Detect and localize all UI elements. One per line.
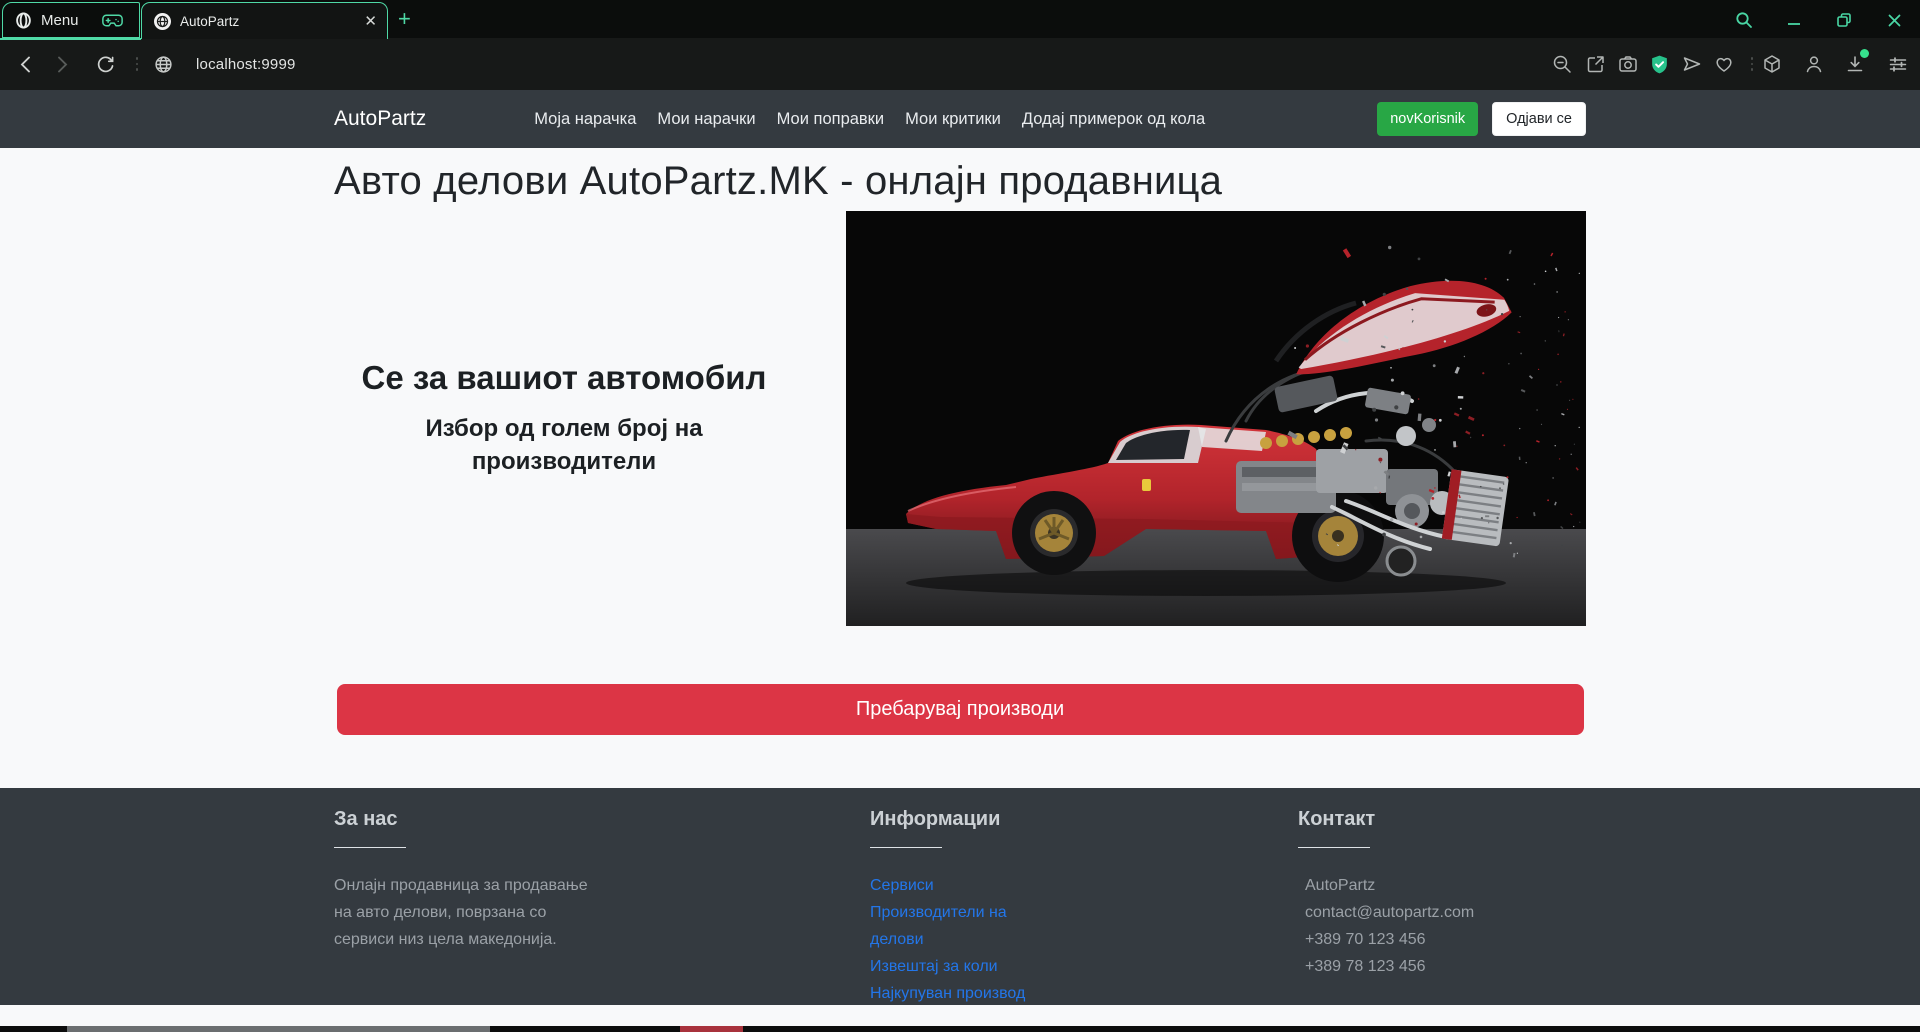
site-globe-icon[interactable] <box>150 51 176 77</box>
browser-tab-autopartz[interactable]: AutoPartz ✕ <box>141 2 388 39</box>
snapshot-camera-icon[interactable] <box>1616 52 1640 76</box>
profile-person-icon[interactable] <box>1802 52 1826 76</box>
footer-contact-phone2: +389 78 123 456 <box>1298 953 1578 980</box>
active-tab-underline <box>0 38 141 40</box>
browser-tab-bar: Menu AutoPartz ✕ + <box>0 0 1920 38</box>
opera-logo-icon <box>15 12 32 29</box>
download-badge-dot <box>1860 49 1869 58</box>
front-wheel <box>1012 491 1096 575</box>
menu-label: Menu <box>41 12 79 29</box>
footer-divider <box>1298 847 1370 848</box>
pin-to-sidebar-icon[interactable] <box>1584 52 1608 76</box>
page-title: Авто делови AutoPartz.MK - онлајн продав… <box>334 159 1586 204</box>
gx-corner-icon[interactable] <box>102 13 123 28</box>
search-products-button[interactable]: Пребарувај производи <box>337 684 1584 735</box>
nav-link-add-car-sample[interactable]: Додај примерок од кола <box>1022 110 1205 129</box>
site-brand[interactable]: AutoPartz <box>334 107 426 131</box>
site-footer: За нас Онлајн продавница за продавање на… <box>0 788 1920 1005</box>
hero-section: Се за вашиот автомобил Избор од голем бр… <box>334 211 1586 626</box>
reload-button-icon[interactable] <box>92 51 118 77</box>
footer-contact-phone1: +389 70 123 456 <box>1298 926 1578 953</box>
hero-car-image <box>846 211 1586 626</box>
nav-link-my-orders[interactable]: Мои нарачки <box>657 110 755 129</box>
footer-link-services[interactable]: Сервиси <box>870 872 1050 899</box>
user-button[interactable]: novKorisnik <box>1377 102 1478 136</box>
easy-setup-sliders-icon[interactable] <box>1886 52 1910 76</box>
footer-about-title: За нас <box>334 808 594 831</box>
footer-link-car-report[interactable]: Извештај за коли <box>870 953 1050 980</box>
tab-title: AutoPartz <box>180 14 355 29</box>
footer-link-manufacturers[interactable]: Производители на делови <box>870 899 1050 953</box>
new-tab-button[interactable]: + <box>398 6 411 32</box>
back-button-icon[interactable] <box>12 51 38 77</box>
webpage: AutoPartz Моја нарачка Мои нарачки Мои п… <box>0 90 1920 1032</box>
myflow-paperplane-icon[interactable] <box>1680 52 1704 76</box>
site-nav-links: Моја нарачка Мои нарачки Мои поправки Мо… <box>534 110 1205 129</box>
window-restore-button[interactable] <box>1831 7 1857 33</box>
footer-divider <box>334 847 406 848</box>
footer-info-title: Информации <box>870 808 1050 831</box>
tab-close-icon[interactable]: ✕ <box>364 12 377 30</box>
footer-contact-name: AutoPartz <box>1298 872 1578 899</box>
horizontal-scrollbar[interactable] <box>0 1026 1920 1032</box>
find-on-page-icon[interactable] <box>1550 52 1574 76</box>
clipped-red-element <box>680 1026 743 1032</box>
hero-subheading: Избор од голем број на производители <box>399 413 729 478</box>
site-navbar: AutoPartz Моја нарачка Мои нарачки Мои п… <box>0 90 1920 148</box>
adblock-shield-icon[interactable] <box>1647 52 1671 76</box>
nav-link-my-reviews[interactable]: Мои критики <box>905 110 1001 129</box>
nav-link-my-order[interactable]: Моја нарачка <box>534 110 636 129</box>
separator-dots-icon <box>124 51 150 77</box>
forward-button-icon[interactable] <box>49 51 75 77</box>
tab-favicon-globe-icon <box>154 13 171 30</box>
scrollbar-thumb[interactable] <box>67 1026 490 1032</box>
footer-about-text: Онлајн продавница за продавање на авто д… <box>334 872 594 953</box>
browser-menu-button[interactable]: Menu <box>2 2 140 38</box>
hero-heading: Се за вашиот автомобил <box>344 359 784 397</box>
footer-contact-email[interactable]: contact@autopartz.com <box>1298 899 1578 926</box>
browser-address-bar: localhost:9999 <box>0 38 1920 90</box>
window-close-button[interactable] <box>1881 7 1907 33</box>
chrome-search-icon[interactable] <box>1731 7 1757 33</box>
url-text[interactable]: localhost:9999 <box>196 56 296 73</box>
footer-contact-title: Контакт <box>1298 808 1578 831</box>
footer-link-top-product[interactable]: Најкупуван производ <box>870 980 1050 1007</box>
downloads-icon[interactable] <box>1843 52 1867 76</box>
logout-button[interactable]: Одјави се <box>1492 102 1586 136</box>
favorites-heart-icon[interactable] <box>1712 52 1736 76</box>
extensions-cube-icon[interactable] <box>1760 52 1784 76</box>
window-minimize-button[interactable] <box>1781 7 1807 33</box>
nav-link-my-repairs[interactable]: Мои поправки <box>777 110 885 129</box>
footer-divider <box>870 847 942 848</box>
